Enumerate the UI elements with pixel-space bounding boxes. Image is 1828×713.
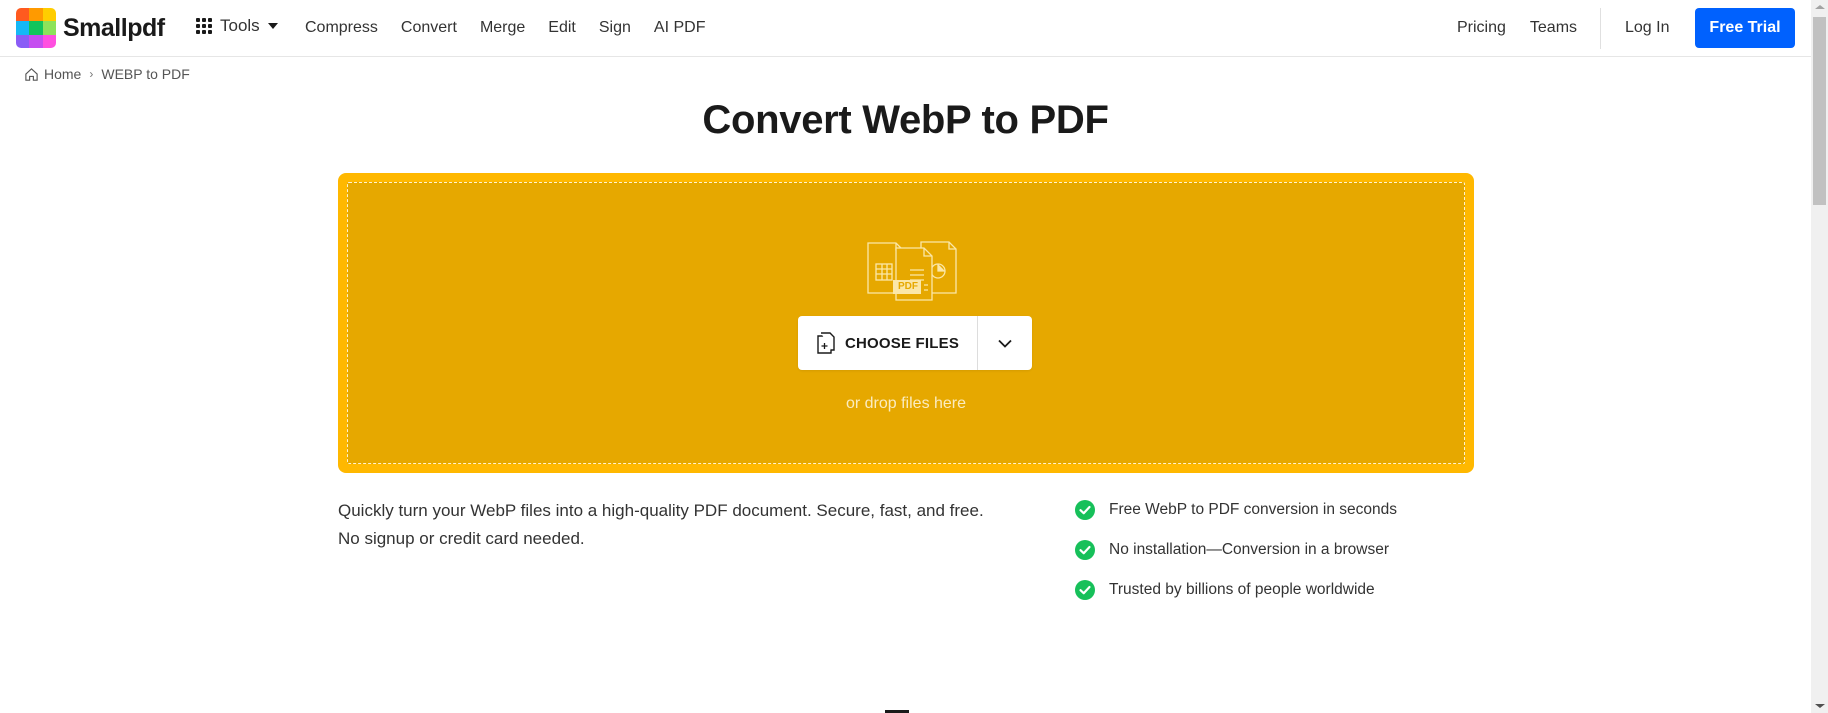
logo-tile <box>29 8 43 22</box>
tool-description: Quickly turn your WebP files into a high… <box>338 497 998 553</box>
secondary-nav: Pricing Teams <box>1457 0 1601 56</box>
feature-item: Free WebP to PDF conversion in seconds <box>1075 498 1397 522</box>
choose-files-button[interactable]: CHOOSE FILES <box>798 316 978 370</box>
nav-merge[interactable]: Merge <box>480 19 525 37</box>
nav-edit[interactable]: Edit <box>548 19 576 37</box>
login-link[interactable]: Log In <box>1625 0 1669 56</box>
caret-down-icon <box>267 23 278 29</box>
logo-tile <box>16 21 30 35</box>
nav-convert[interactable]: Convert <box>401 19 457 37</box>
home-icon <box>25 67 38 81</box>
scrollbar-thumb[interactable] <box>1813 17 1826 205</box>
breadcrumb-home[interactable]: Home <box>44 66 81 82</box>
logo-tile <box>16 34 30 48</box>
check-circle-icon <box>1075 500 1095 520</box>
scroll-down-arrow-icon[interactable] <box>1815 704 1825 708</box>
add-file-icon <box>817 332 835 354</box>
page-title: Convert WebP to PDF <box>702 98 1109 142</box>
nav-teams[interactable]: Teams <box>1530 19 1577 37</box>
documents-illustration-icon <box>867 241 957 301</box>
check-circle-icon <box>1075 580 1095 600</box>
feature-item: No installation—Conversion in a browser <box>1075 538 1397 562</box>
feature-list: Free WebP to PDF conversion in seconds N… <box>1075 498 1397 618</box>
feature-text: Trusted by billions of people worldwide <box>1109 581 1375 598</box>
logo-tile <box>29 21 43 35</box>
drop-files-hint: or drop files here <box>845 395 967 412</box>
feature-text: Free WebP to PDF conversion in seconds <box>1109 501 1398 518</box>
upload-options-dropdown-button[interactable] <box>978 316 1032 370</box>
description-line-2: No signup or credit card needed. <box>338 529 585 548</box>
dropzone-dashed-area[interactable]: PDF CHOOSE FILES or drop files here <box>347 182 1465 464</box>
breadcrumb-current: WEBP to PDF <box>101 66 190 82</box>
logo-tile <box>42 21 56 35</box>
breadcrumb: Home › WEBP to PDF <box>24 66 190 82</box>
nav-ai-pdf[interactable]: AI PDF <box>654 19 706 37</box>
chevron-down-icon <box>998 339 1012 348</box>
logo-tile <box>42 34 56 48</box>
logo-tile <box>42 8 56 22</box>
feature-text: No installation—Conversion in a browser <box>1109 541 1389 558</box>
smallpdf-logo-link[interactable]: Smallpdf <box>16 8 165 48</box>
tools-menu-button[interactable]: Tools <box>196 16 278 36</box>
page-scrollbar[interactable] <box>1811 0 1828 713</box>
description-line-1: Quickly turn your WebP files into a high… <box>338 501 984 520</box>
feature-item: Trusted by billions of people worldwide <box>1075 578 1397 602</box>
nav-sign[interactable]: Sign <box>599 19 631 37</box>
breadcrumb-separator: › <box>89 67 94 81</box>
logo-tile <box>29 34 43 48</box>
nav-pricing[interactable]: Pricing <box>1457 19 1506 37</box>
nav-compress[interactable]: Compress <box>305 19 378 37</box>
scroll-up-arrow-icon[interactable] <box>1815 5 1825 9</box>
brand-name: Smallpdf <box>63 13 165 42</box>
choose-files-label: CHOOSE FILES <box>844 334 960 352</box>
smallpdf-logo-icon <box>16 8 56 48</box>
pdf-badge-text: PDF <box>898 281 918 292</box>
top-nav-bar: Smallpdf Tools Compress Convert Merge Ed… <box>0 0 1811 57</box>
choose-files-group: CHOOSE FILES <box>798 316 1032 370</box>
check-circle-icon <box>1075 540 1095 560</box>
nav-divider <box>1600 8 1601 49</box>
grid-icon <box>196 18 212 34</box>
free-trial-button[interactable]: Free Trial <box>1695 8 1795 48</box>
tools-label: Tools <box>220 16 260 35</box>
primary-nav: Compress Convert Merge Edit Sign AI PDF <box>305 0 728 56</box>
file-dropzone[interactable]: PDF CHOOSE FILES or drop files here <box>338 173 1474 473</box>
logo-tile <box>16 8 30 22</box>
